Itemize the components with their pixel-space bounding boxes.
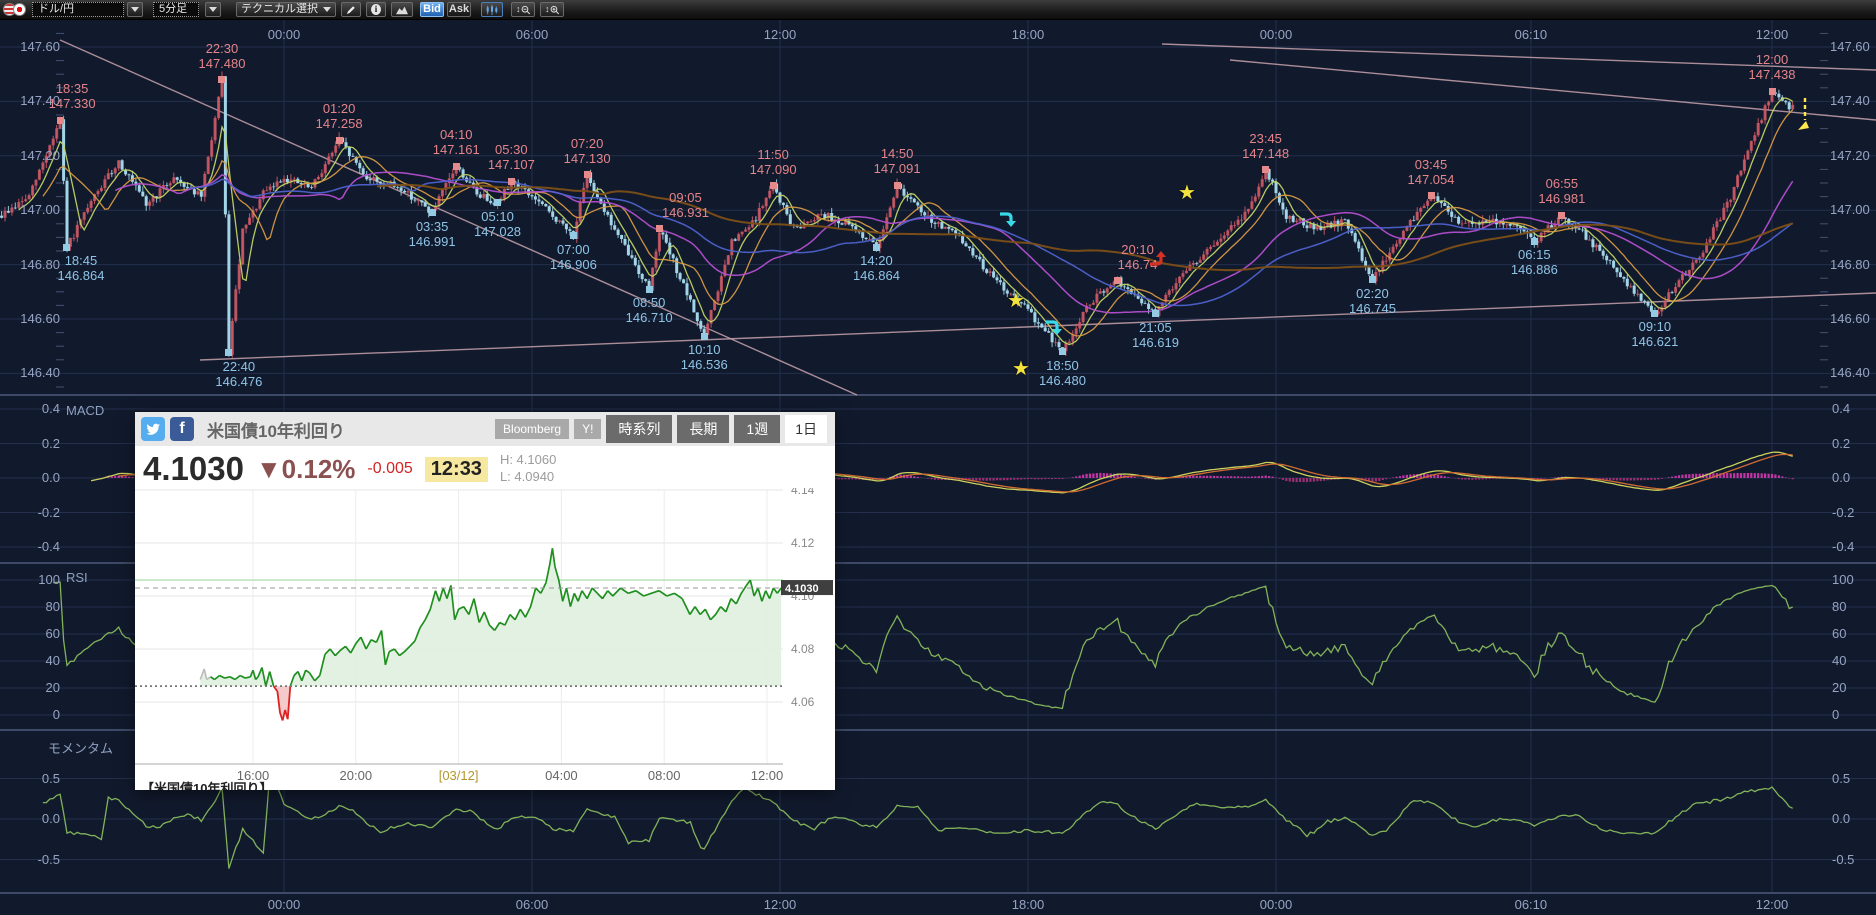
area-chart-icon: [396, 5, 408, 15]
ask-label: Ask: [449, 2, 469, 17]
zoom-out-button[interactable]: ↕: [511, 2, 535, 17]
svg-text:20:00: 20:00: [340, 768, 373, 783]
technical-select-button[interactable]: テクニカル選択: [236, 2, 336, 17]
yahoo-button[interactable]: Y!: [574, 419, 601, 439]
zoom-in-icon: [550, 4, 560, 16]
svg-text:12:00: 12:00: [751, 768, 784, 783]
yield-change-pct: ▼0.12%: [256, 454, 355, 485]
zoom-out-icon: [521, 4, 531, 16]
overlay-title: 米国債10年利回り: [207, 417, 345, 442]
us10y-yield-window[interactable]: f 米国債10年利回り Bloomberg Y! 時系列 長期 1週 1日 4.…: [135, 412, 835, 790]
day-high: H: 4.1060: [500, 452, 556, 467]
bid-label: Bid: [423, 2, 441, 17]
facebook-icon[interactable]: f: [170, 417, 194, 441]
toolbar: ドル/円 5分足 テクニカル選択 i Bid Ask: [0, 0, 1876, 20]
svg-text:4.08: 4.08: [791, 642, 815, 656]
draw-pencil-button[interactable]: [341, 2, 361, 17]
pair-flags: [3, 2, 26, 17]
chevron-down-icon: [323, 7, 331, 12]
svg-text:[03/12]: [03/12]: [439, 768, 479, 783]
overlay-header: f 米国債10年利回り Bloomberg Y! 時系列 長期 1週 1日: [135, 412, 835, 446]
timeframe-select[interactable]: 5分足: [153, 2, 199, 17]
twitter-icon[interactable]: [141, 417, 165, 441]
fx-chart-app: 00:0000:0006:0006:0012:0012:0018:0018:00…: [0, 0, 1876, 915]
candle-chart-button[interactable]: [481, 2, 503, 17]
trend-lines: [60, 40, 1876, 395]
info-icon: i: [371, 4, 381, 15]
tab-1day[interactable]: 1日: [785, 415, 827, 443]
day-low: L: 4.0940: [500, 469, 554, 484]
yield-line-chart: 16:0020:00[03/12]04:0008:0012:004.144.12…: [135, 488, 835, 788]
overlay-quote-row: 4.1030 ▼0.12% -0.005 12:33 H: 4.1060 L: …: [135, 446, 835, 492]
overlay-bottom-caption: 【米国債10年利回り】: [141, 778, 272, 790]
tab-1week[interactable]: 1週: [734, 415, 780, 443]
candle-chart-icon: [486, 4, 498, 16]
pair-select[interactable]: ドル/円: [32, 2, 124, 17]
jp-flag-icon: [13, 3, 26, 16]
bloomberg-button[interactable]: Bloomberg: [495, 419, 569, 439]
pencil-icon: [346, 4, 356, 16]
tab-longterm[interactable]: 長期: [677, 415, 729, 443]
info-button[interactable]: i: [366, 2, 386, 17]
quote-time: 12:33: [425, 457, 488, 482]
svg-text:08:00: 08:00: [648, 768, 681, 783]
svg-text:4.06: 4.06: [791, 695, 815, 709]
svg-text:4.12: 4.12: [791, 536, 815, 550]
ask-button[interactable]: Ask: [447, 2, 471, 17]
pair-label: ドル/円: [38, 2, 74, 17]
timeframe-label: 5分足: [159, 2, 187, 17]
bid-button[interactable]: Bid: [420, 2, 444, 17]
timeframe-dropdown-button[interactable]: [205, 2, 221, 17]
candlesticks: [2, 72, 1793, 358]
pair-dropdown-button[interactable]: [127, 2, 143, 17]
high-low-block: H: 4.1060 L: 4.0940: [500, 452, 556, 486]
svg-text:04:00: 04:00: [545, 768, 578, 783]
yield-value: 4.1030: [143, 450, 244, 488]
technical-select-label: テクニカル選択: [241, 2, 318, 17]
yield-change-abs: -0.005: [367, 460, 412, 478]
zoom-in-button[interactable]: ↕: [540, 2, 564, 17]
chevron-down-icon: [131, 7, 139, 12]
svg-text:4.1030: 4.1030: [785, 583, 819, 595]
svg-text:4.14: 4.14: [791, 488, 815, 497]
tab-timeseries[interactable]: 時系列: [606, 415, 672, 443]
area-chart-button[interactable]: [391, 2, 413, 17]
chevron-down-icon: [209, 7, 217, 12]
